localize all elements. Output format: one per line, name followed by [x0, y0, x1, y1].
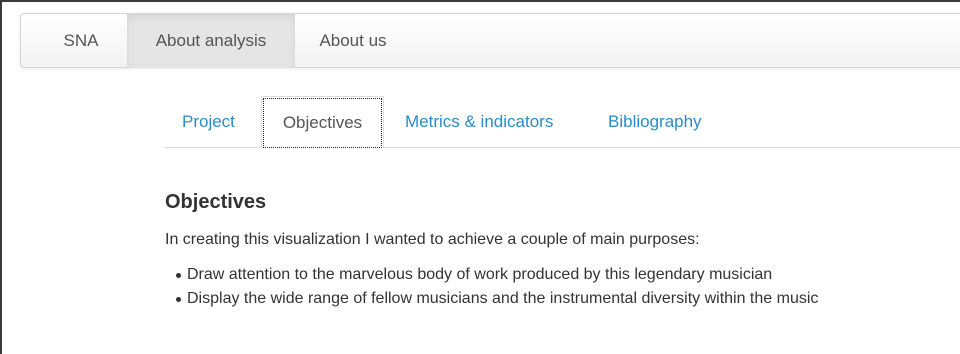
tab-bibliography[interactable]: Bibliography — [608, 96, 702, 148]
bullet-icon — [176, 297, 181, 302]
nav-item-about-analysis[interactable]: About analysis — [127, 14, 295, 68]
top-navbar: SNA About analysis About us — [20, 13, 960, 68]
list-item-text: Display the wide range of fellow musicia… — [187, 290, 819, 307]
intro-text: In creating this visualization I wanted … — [165, 231, 700, 248]
list-item: Draw attention to the marvelous body of … — [165, 263, 955, 287]
section-tabs: Project Objectives Metrics & indicators … — [164, 96, 960, 149]
section-heading: Objectives — [165, 191, 267, 213]
nav-item-about-us[interactable]: About us — [295, 14, 411, 68]
tab-project[interactable]: Project — [182, 96, 235, 148]
tab-objectives[interactable]: Objectives — [261, 96, 384, 149]
nav-item-sna[interactable]: SNA — [21, 14, 127, 68]
app-window: SNA About analysis About us Project Obje… — [0, 0, 960, 354]
bullet-icon — [176, 273, 181, 278]
focus-outline — [263, 98, 382, 148]
list-item: Display the wide range of fellow musicia… — [165, 287, 955, 311]
list-item-text: Draw attention to the marvelous body of … — [187, 266, 773, 283]
tab-content: Objectives In creating this visualizatio… — [165, 188, 955, 311]
objectives-list: Draw attention to the marvelous body of … — [165, 263, 955, 311]
tab-metrics-indicators[interactable]: Metrics & indicators — [405, 96, 553, 148]
